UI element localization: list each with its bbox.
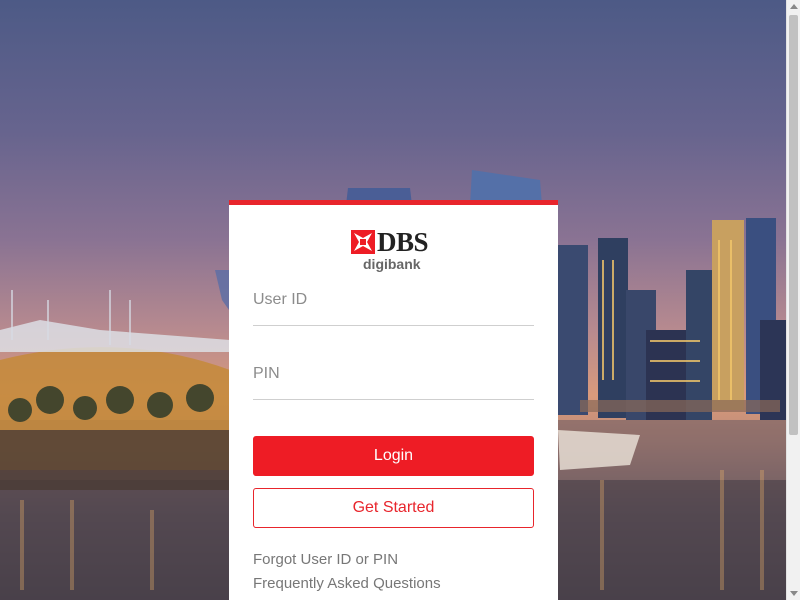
- chevron-down-icon: [790, 591, 798, 596]
- brand-name: DBS: [377, 227, 429, 257]
- faq-link[interactable]: Frequently Asked Questions: [253, 575, 441, 592]
- user-id-field: [253, 285, 534, 326]
- login-card: DBS digibank Login Get Started Forgot Us…: [229, 200, 558, 600]
- scroll-up-arrow[interactable]: [787, 0, 800, 14]
- user-id-input[interactable]: [253, 285, 534, 315]
- scroll-down-arrow[interactable]: [787, 586, 800, 600]
- dbs-star-icon: [351, 230, 375, 254]
- get-started-button[interactable]: Get Started: [253, 488, 534, 528]
- dbs-logo: DBS digibank: [351, 227, 435, 275]
- pin-field: [253, 359, 534, 400]
- product-name: digibank: [363, 256, 421, 272]
- login-button[interactable]: Login: [253, 436, 534, 476]
- scrollbar-thumb[interactable]: [789, 15, 798, 435]
- page-scrollbar[interactable]: [786, 0, 800, 600]
- forgot-credentials-link[interactable]: Forgot User ID or PIN: [253, 551, 398, 568]
- pin-input[interactable]: [253, 359, 534, 389]
- chevron-up-icon: [790, 4, 798, 9]
